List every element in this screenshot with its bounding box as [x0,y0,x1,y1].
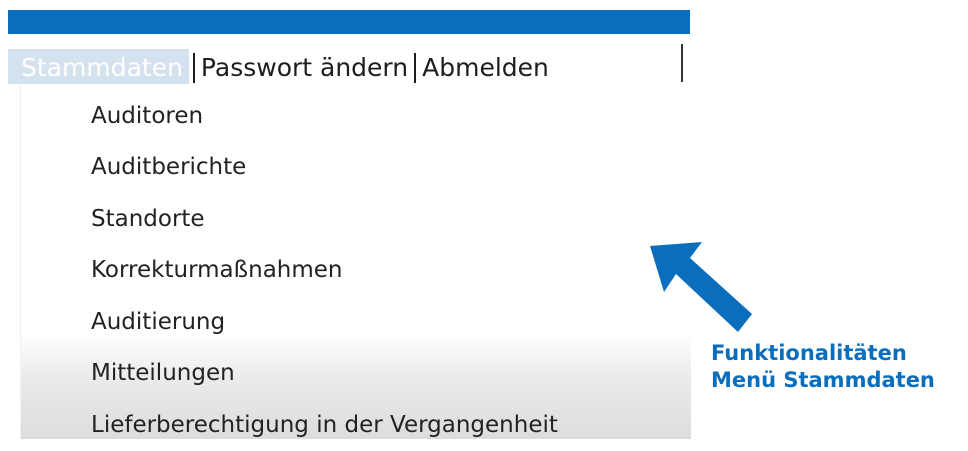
dropdown-item-mitteilungen[interactable]: Mitteilungen [91,348,558,400]
dropdown-item-auditberichte[interactable]: Auditberichte [91,142,558,194]
menu-item-passwort-aendern[interactable]: Passwort ändern [199,49,410,88]
menu-separator [414,53,417,83]
annotation-label: Funktionalitäten Menü Stammdaten [711,340,935,394]
dropdown-item-korrekturmassnahmen[interactable]: Korrekturmaßnahmen [91,245,558,297]
dropdown-item-standorte[interactable]: Standorte [91,193,558,245]
stammdaten-dropdown: Auditoren Auditberichte Standorte Korrek… [20,84,691,439]
menu-separator [192,53,195,83]
annotation-line-1: Funktionalitäten [711,341,907,365]
menu-item-stammdaten[interactable]: Stammdaten [8,48,189,88]
dropdown-item-auditoren[interactable]: Auditoren [91,90,558,142]
dropdown-left-gutter [8,84,20,439]
dropdown-item-lieferberechtigung[interactable]: Lieferberechtigung in der Vergangenheit [91,399,558,451]
menu-item-abmelden[interactable]: Abmelden [420,49,551,88]
dropdown-list: Auditoren Auditberichte Standorte Korrek… [91,90,558,451]
annotation-line-2: Menü Stammdaten [711,368,935,392]
header-bar [8,10,690,34]
dropdown-item-auditierung[interactable]: Auditierung [91,296,558,348]
annotation-arrow-icon [650,242,752,332]
menu-bar-edge [681,44,683,82]
